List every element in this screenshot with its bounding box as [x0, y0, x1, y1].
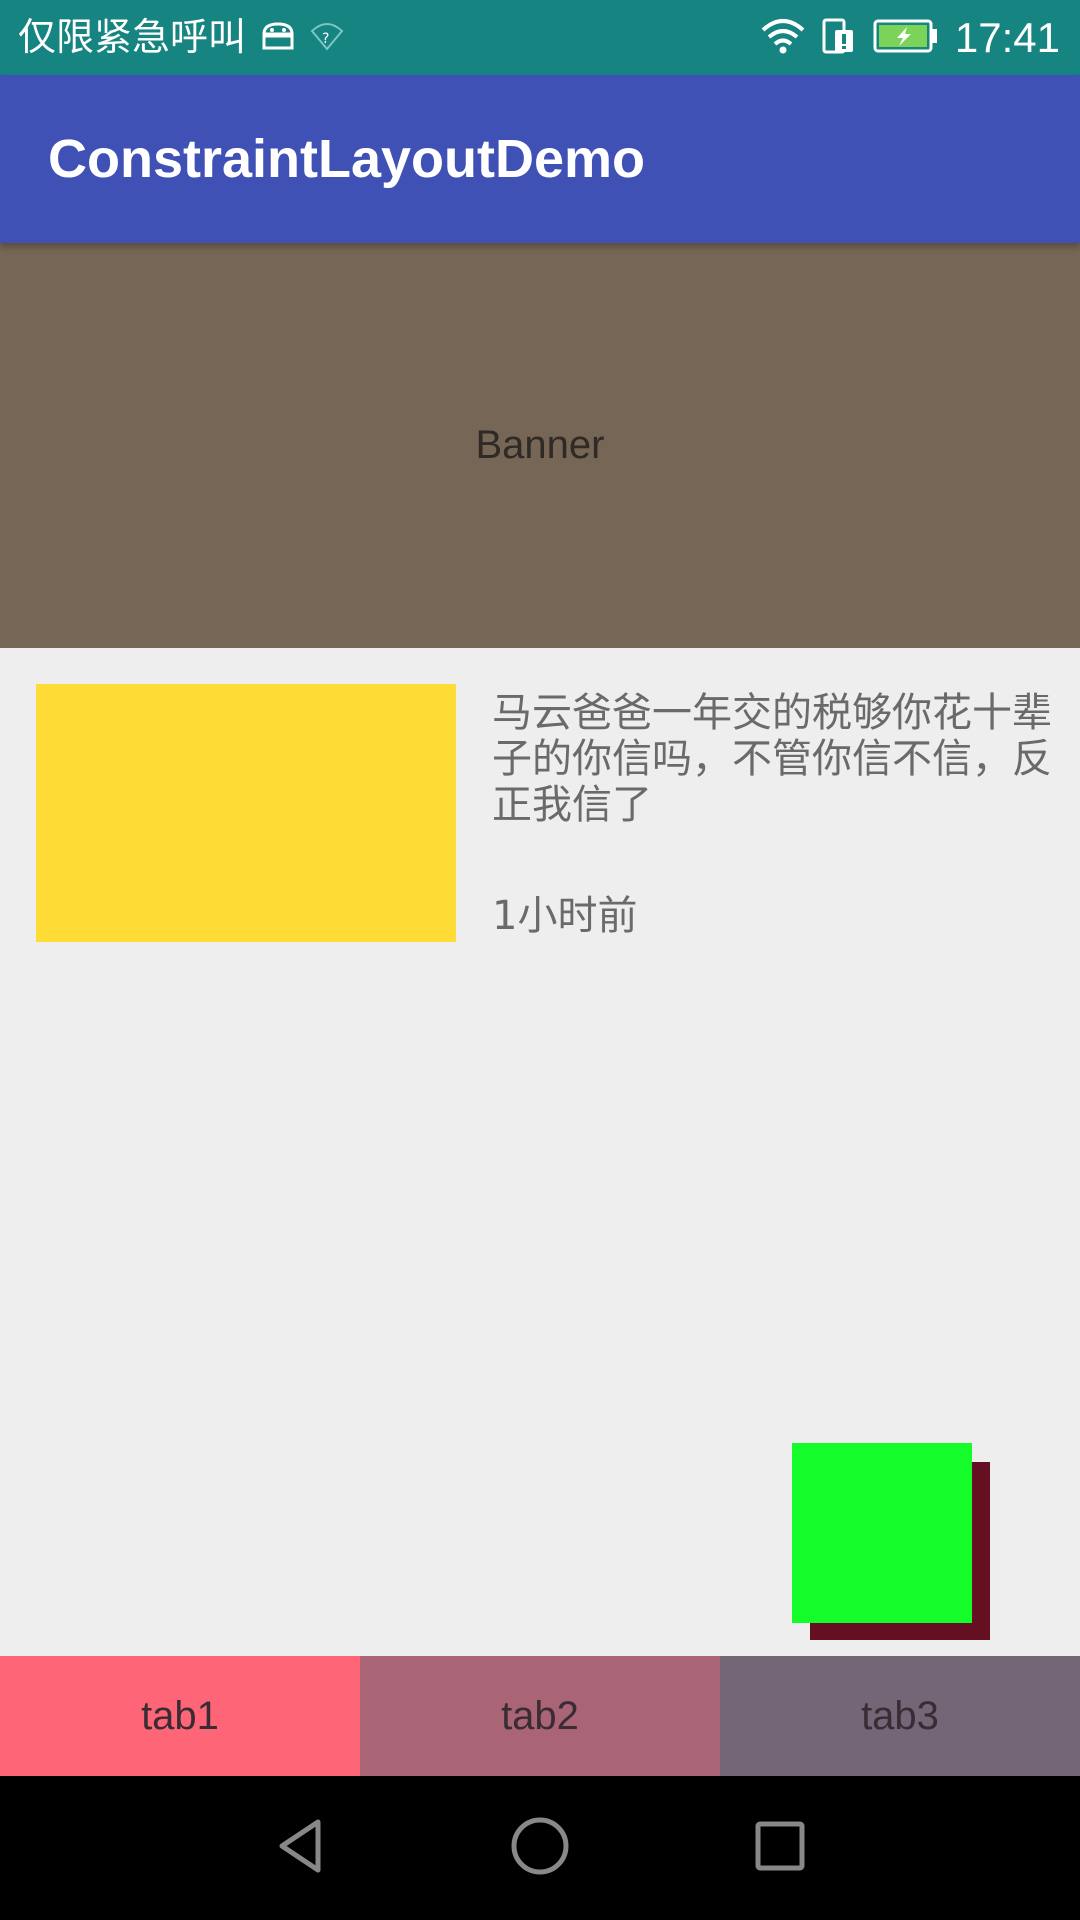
news-time: 1小时前 — [492, 893, 638, 939]
home-button[interactable] — [490, 1798, 590, 1898]
tab-bar: tab1 tab2 tab3 — [0, 1656, 1080, 1776]
app-bar: ConstraintLayoutDemo — [0, 75, 1080, 243]
svg-text:?: ? — [322, 31, 329, 47]
tab-3[interactable]: tab3 — [720, 1656, 1080, 1776]
tab-1[interactable]: tab1 — [0, 1656, 360, 1776]
floating-square[interactable] — [792, 1443, 972, 1623]
banner-label: Banner — [475, 423, 605, 467]
clock: 17:41 — [954, 14, 1060, 61]
recents-button[interactable] — [730, 1798, 830, 1898]
recents-icon — [752, 1818, 808, 1878]
battery-charging-icon — [873, 19, 939, 57]
status-left: 仅限紧急呼叫 ? — [18, 0, 344, 75]
wifi-icon — [761, 18, 805, 58]
news-thumbnail[interactable] — [36, 684, 456, 942]
wifi-unknown-icon: ? — [310, 21, 344, 55]
navigation-bar — [0, 1776, 1080, 1920]
tab-2[interactable]: tab2 — [360, 1656, 720, 1776]
banner[interactable]: Banner — [0, 243, 1080, 648]
status-right: 17:41 — [761, 0, 1060, 75]
android-debug-icon — [260, 20, 296, 56]
home-icon — [508, 1814, 572, 1882]
app-title: ConstraintLayoutDemo — [48, 129, 646, 189]
news-title[interactable]: 马云爸爸一年交的税够你花十辈子的你信吗，不管你信不信，反正我信了 — [492, 690, 1052, 828]
back-button[interactable] — [250, 1798, 350, 1898]
sim-alert-icon — [821, 16, 857, 60]
carrier-text: 仅限紧急呼叫 — [18, 15, 247, 59]
back-icon — [270, 1816, 330, 1880]
status-bar: 仅限紧急呼叫 ? 17:41 — [0, 0, 1080, 75]
